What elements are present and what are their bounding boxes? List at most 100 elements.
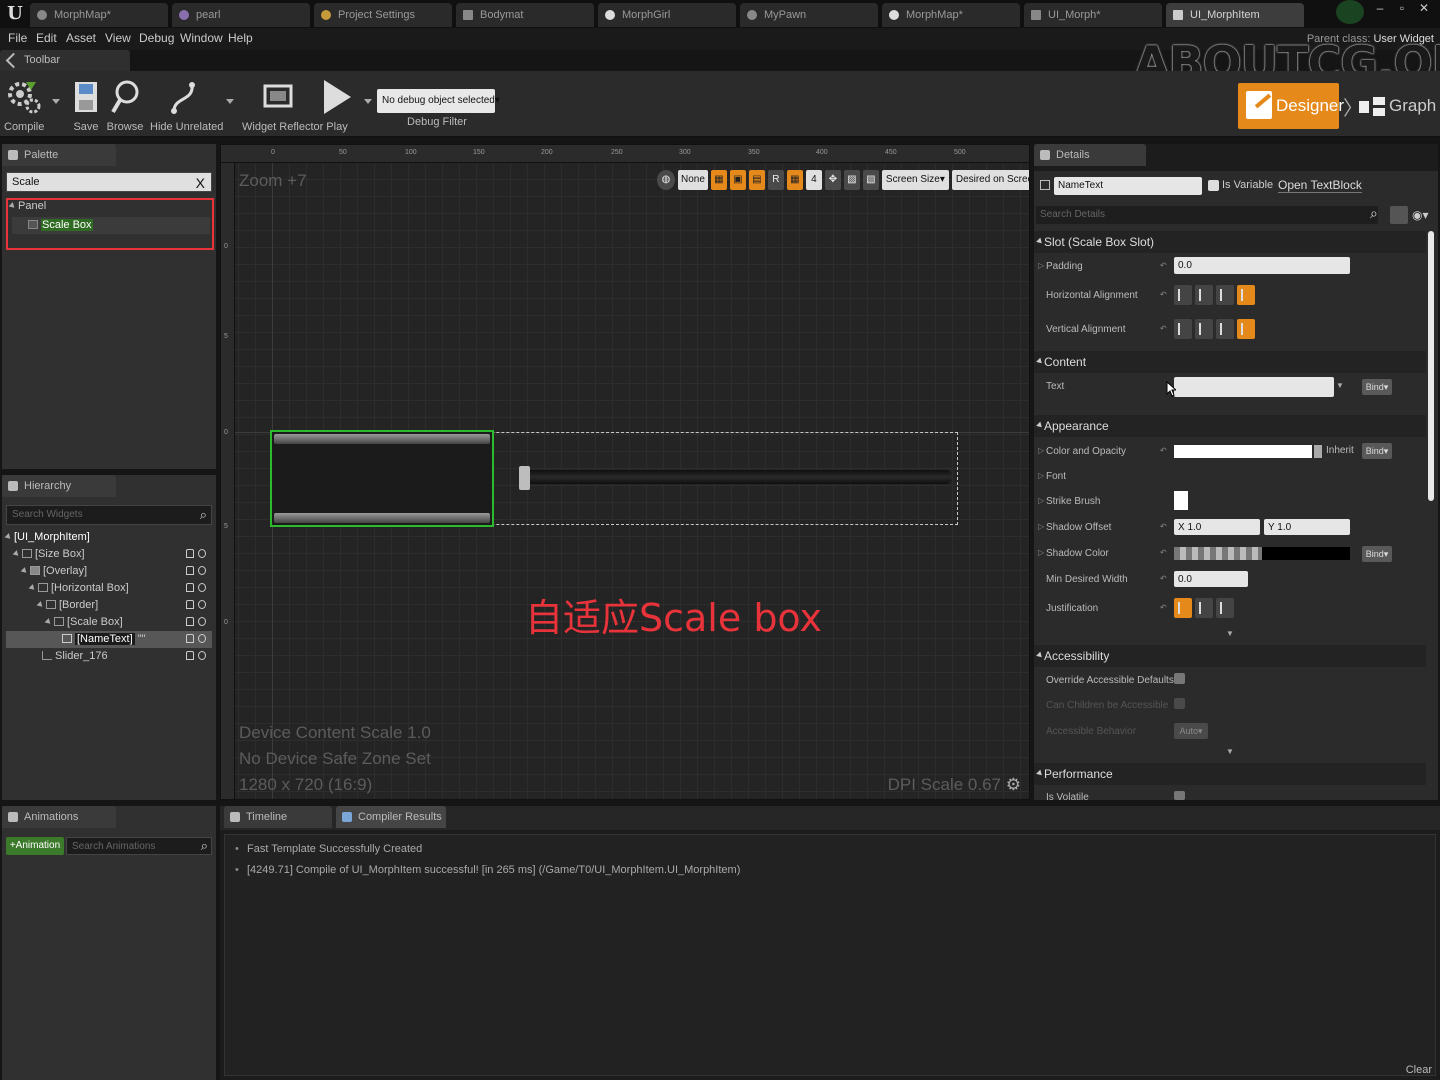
image-icon[interactable]: ▨ <box>843 170 860 190</box>
details-tab[interactable]: Details <box>1034 144 1146 166</box>
doc-tab-mypawn[interactable]: MyPawn <box>740 3 878 27</box>
compiler-results-tab[interactable]: Compiler Results <box>336 806 446 828</box>
graph-mode-button[interactable]: Graph <box>1357 92 1436 122</box>
section-content[interactable]: Content <box>1034 351 1426 373</box>
snap-grid-icon[interactable]: ▦ <box>786 170 803 190</box>
expand-arrow-icon[interactable]: ▷ <box>1038 471 1044 480</box>
align-fill-vertical-icon[interactable] <box>1237 319 1255 339</box>
unreal-logo-icon[interactable]: U <box>2 2 28 26</box>
browse-button[interactable]: Browse <box>106 75 144 135</box>
palette-item-scale-box[interactable]: Scale Box <box>12 217 210 234</box>
align-fill-icon[interactable] <box>1237 285 1255 305</box>
close-icon[interactable]: ✕ <box>1414 0 1434 16</box>
widget-name-field[interactable]: NameText <box>1054 177 1202 195</box>
doc-tab-pearl[interactable]: pearl <box>172 3 310 27</box>
respect-locks-toggle[interactable]: R <box>767 170 784 190</box>
align-top-icon[interactable] <box>1174 319 1192 339</box>
text-bind-button[interactable]: Bind▾ <box>1362 379 1392 395</box>
hierarchy-tab[interactable]: Hierarchy <box>2 475 116 497</box>
section-performance[interactable]: Performance <box>1034 763 1426 785</box>
align-middle-icon[interactable] <box>1195 319 1213 339</box>
shadow-offset-x-input[interactable]: X 1.0 <box>1174 519 1260 535</box>
hierarchy-row-root[interactable]: [UI_MorphItem] <box>4 529 212 546</box>
reset-icon[interactable]: ↶ <box>1160 446 1167 455</box>
source-control-icon[interactable] <box>1336 0 1364 24</box>
doc-tab-ui-morph[interactable]: UI_Morph* <box>1024 3 1162 27</box>
text-options-chevron-down-icon[interactable]: ▼ <box>1336 381 1344 390</box>
minimize-icon[interactable]: – <box>1370 0 1390 16</box>
expand-arrow-icon[interactable]: ▷ <box>1038 446 1044 455</box>
timeline-tab[interactable]: Timeline <box>224 806 332 828</box>
opacity-swatch[interactable] <box>1314 445 1322 458</box>
lock-visibility-icon[interactable] <box>186 549 208 560</box>
slider-thumb[interactable] <box>519 466 530 490</box>
designer-mode-button[interactable]: Designer <box>1238 83 1344 129</box>
menu-debug[interactable]: Debug <box>139 31 174 45</box>
color-bind-button[interactable]: Bind▾ <box>1362 443 1392 459</box>
menu-file[interactable]: File <box>8 31 27 45</box>
lock-visibility-icon[interactable] <box>186 617 208 628</box>
layout-grid-icon[interactable]: ▤ <box>748 170 765 190</box>
doc-tab-ui-morphitem[interactable]: UI_MorphItem <box>1166 3 1304 27</box>
justify-center-icon[interactable] <box>1195 598 1213 618</box>
shadow-color-checker-swatch[interactable] <box>1174 547 1262 560</box>
advanced-expand-chevron-down-icon[interactable]: ▼ <box>1226 747 1234 756</box>
details-scrollbar[interactable] <box>1428 231 1434 501</box>
animations-tab[interactable]: Animations <box>2 806 116 828</box>
align-bottom-icon[interactable] <box>1216 319 1234 339</box>
shadow-color-bind-button[interactable]: Bind▾ <box>1362 546 1392 562</box>
hierarchy-row-slider[interactable]: Slider_176 <box>6 648 212 665</box>
details-search-input[interactable]: Search Details <box>1036 206 1378 224</box>
reset-icon[interactable]: ↶ <box>1160 261 1167 270</box>
align-left-icon[interactable] <box>1174 285 1192 305</box>
compile-button[interactable]: Compile <box>4 75 44 135</box>
transform-icon[interactable]: ✥ <box>824 170 841 190</box>
slider-track[interactable] <box>521 470 952 484</box>
expand-arrow-icon[interactable]: ▷ <box>1038 522 1044 531</box>
override-accessible-checkbox[interactable] <box>1174 673 1185 684</box>
clear-log-button[interactable]: Clear <box>1406 1064 1432 1076</box>
animation-search-input[interactable]: Search Animations ⌕ <box>66 837 212 855</box>
padding-input[interactable]: 0.0 <box>1174 257 1350 274</box>
selected-scale-box-widget[interactable] <box>270 430 494 527</box>
reset-icon[interactable]: ↶ <box>1160 574 1167 583</box>
localization-preview-select[interactable]: None <box>678 170 708 190</box>
doc-tab-morphmap[interactable]: MorphMap* <box>30 3 168 27</box>
palette-category-panel[interactable]: Panel <box>8 198 46 215</box>
reset-icon[interactable]: ↶ <box>1160 522 1167 531</box>
outline-icon[interactable]: ▧ <box>862 170 879 190</box>
justify-left-icon[interactable] <box>1174 598 1192 618</box>
expand-arrow-icon[interactable]: ▷ <box>1038 261 1044 270</box>
menu-window[interactable]: Window <box>180 31 223 45</box>
compile-options-chevron-down-icon[interactable] <box>52 99 60 104</box>
advanced-expand-chevron-down-icon[interactable]: ▼ <box>1226 629 1234 638</box>
widget-reflector-button[interactable]: Widget Reflector <box>242 75 323 135</box>
justify-right-icon[interactable] <box>1216 598 1234 618</box>
expand-arrow-icon[interactable]: ▷ <box>1038 496 1044 505</box>
min-width-input[interactable]: 0.0 <box>1174 571 1248 587</box>
text-value-input[interactable] <box>1174 377 1334 397</box>
strike-brush-swatch[interactable] <box>1174 491 1188 510</box>
reset-icon[interactable]: ↶ <box>1160 324 1167 333</box>
hierarchy-row-nametext[interactable]: [NameText] "" <box>6 631 212 648</box>
doc-tab-morphmap-2[interactable]: MorphMap* <box>882 3 1020 27</box>
hierarchy-row-scale-box[interactable]: [Scale Box] <box>6 614 212 631</box>
debug-object-select[interactable]: No debug object selected▾ <box>377 89 500 113</box>
grid-snap-icon[interactable]: ▦ <box>710 170 727 190</box>
align-center-icon[interactable] <box>1195 285 1213 305</box>
hide-unrelated-chevron-down-icon[interactable] <box>226 99 234 104</box>
menu-asset[interactable]: Asset <box>66 31 96 45</box>
reset-icon[interactable]: ↶ <box>1160 290 1167 299</box>
play-options-chevron-down-icon[interactable] <box>364 99 372 104</box>
hierarchy-search-input[interactable]: Search Widgets ⌕ <box>6 505 212 525</box>
maximize-icon[interactable]: ▫ <box>1392 0 1412 16</box>
menu-view[interactable]: View <box>105 31 131 45</box>
is-volatile-checkbox[interactable] <box>1174 791 1185 800</box>
hierarchy-row-overlay[interactable]: [Overlay] <box>6 563 212 580</box>
lock-visibility-icon[interactable] <box>186 651 208 662</box>
doc-tab-bodymat[interactable]: Bodymat <box>456 3 594 27</box>
is-variable-checkbox[interactable] <box>1208 180 1219 191</box>
play-button[interactable]: Play <box>318 75 356 135</box>
toolbar-tab[interactable]: Toolbar <box>0 50 130 71</box>
menu-help[interactable]: Help <box>228 31 253 45</box>
